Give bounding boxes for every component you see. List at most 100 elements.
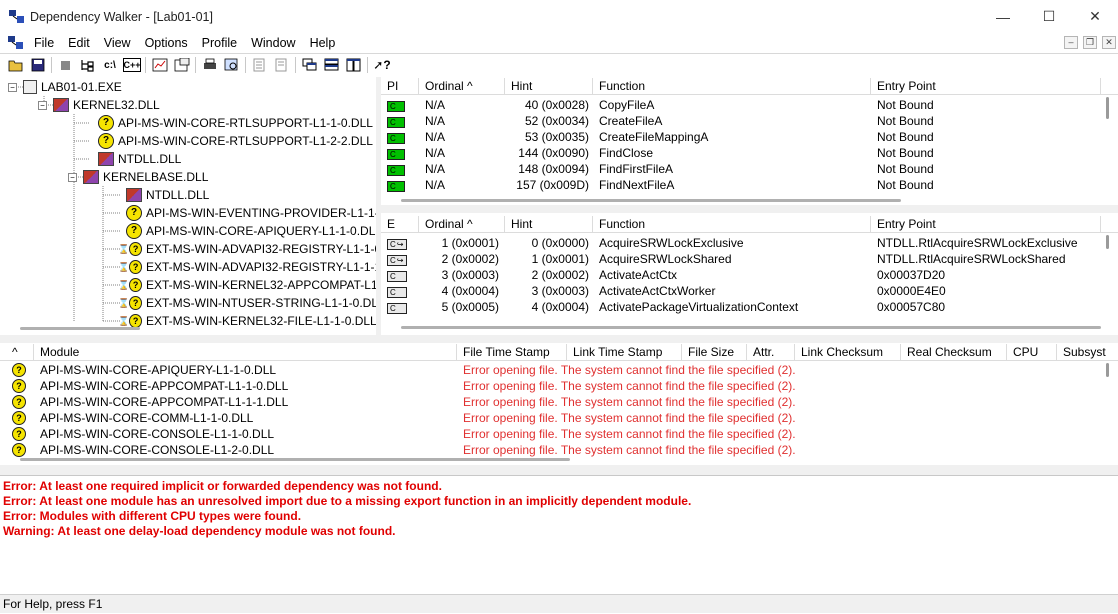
col-attr[interactable]: Attr. (747, 344, 795, 361)
import-row[interactable]: C N/A 144 (0x0090) FindClose Not Bound (381, 145, 1101, 161)
export-row[interactable]: C↪ 1 (0x0001) 0 (0x0000) AcquireSRWLockExcl… (381, 235, 1101, 251)
imports-vscrollbar[interactable] (1106, 97, 1109, 119)
tree-item[interactable]: ? API-MS-WIN-CORE-APIQUERY-L1-1-0.DLL (126, 222, 376, 240)
tree-item[interactable]: ⌛? EXT-MS-WIN-ADVAPI32-REGISTRY-L1-1-1.DL… (118, 258, 376, 276)
tree-item[interactable]: − KERNEL32.DLL (38, 96, 160, 114)
menu-edit[interactable]: Edit (64, 36, 94, 50)
tree-item[interactable]: NTDLL.DLL (98, 150, 181, 168)
hint-cell: 144 (0x0090) (518, 146, 589, 160)
expand-icon[interactable] (249, 55, 271, 75)
tree-item[interactable]: ? API-MS-WIN-EVENTING-PROVIDER-L1-1-0.DLL (126, 204, 376, 222)
col-sort[interactable]: ^ (0, 344, 34, 361)
mdi-child-icon[interactable] (8, 35, 24, 50)
col-link-checksum[interactable]: Link Checksum (795, 344, 901, 361)
col-ordinal[interactable]: Ordinal ^ (419, 216, 505, 233)
log-line: Error: Modules with different CPU types … (3, 509, 302, 523)
col-file-time-stamp[interactable]: File Time Stamp (457, 344, 567, 361)
col-ordinal[interactable]: Ordinal ^ (419, 78, 505, 95)
open-icon[interactable] (5, 55, 27, 75)
imports-hscrollbar[interactable] (401, 199, 901, 202)
export-row[interactable]: C 4 (0x0004) 3 (0x0003) ActivateActCtxWorke… (381, 283, 1101, 299)
import-row[interactable]: C N/A 52 (0x0034) CreateFileA Not Bound (381, 113, 1101, 129)
col-cpu[interactable]: CPU (1007, 344, 1057, 361)
import-row[interactable]: C N/A 157 (0x009D) FindNextFileA Not Bound (381, 177, 1101, 193)
module-row[interactable]: ? API-MS-WIN-CORE-COMM-L1-1-0.DLL Error op… (0, 410, 1057, 426)
module-row[interactable]: ? API-MS-WIN-CORE-APPCOMPAT-L1-1-0.DLL Err… (0, 378, 1057, 394)
properties-icon[interactable] (171, 55, 193, 75)
export-row[interactable]: C↪ 2 (0x0002) 1 (0x0001) AcquireSRWLockShar… (381, 251, 1101, 267)
col-function[interactable]: Function (593, 78, 871, 95)
print-icon[interactable] (199, 55, 221, 75)
collapse-toggle-icon[interactable]: − (38, 100, 47, 110)
menu-window[interactable]: Window (247, 36, 299, 50)
col-e[interactable]: E (381, 216, 419, 233)
col-hint[interactable]: Hint (505, 216, 593, 233)
collapse-toggle-icon[interactable]: − (8, 82, 17, 92)
collapse-icon[interactable] (271, 55, 293, 75)
c-path-label[interactable]: c:\ (99, 55, 121, 75)
menu-options[interactable]: Options (141, 36, 192, 50)
tile-vertical-icon[interactable] (343, 55, 365, 75)
module-row[interactable]: ? API-MS-WIN-CORE-APIQUERY-L1-1-0.DLL Erro… (0, 362, 1057, 378)
cascade-icon[interactable] (299, 55, 321, 75)
col-pi[interactable]: PI (381, 78, 419, 95)
close-icon[interactable]: ✕ (1072, 0, 1118, 33)
mdi-restore-icon[interactable]: ❐ (1083, 36, 1097, 49)
col-hint[interactable]: Hint (505, 78, 593, 95)
tree-item[interactable]: ⌛? EXT-MS-WIN-KERNEL32-APPCOMPAT-L1-1-0.D… (118, 276, 376, 294)
maximize-icon[interactable]: ☐ (1026, 0, 1072, 33)
horizontal-splitter-main[interactable] (0, 335, 1118, 343)
auto-expand-icon[interactable] (149, 55, 171, 75)
module-row[interactable]: ? API-MS-WIN-CORE-CONSOLE-L1-1-0.DLL Error… (0, 426, 1057, 442)
tree-item[interactable]: − KERNELBASE.DLL (68, 168, 208, 186)
export-row[interactable]: C 3 (0x0003) 2 (0x0002) ActivateActCtx 0x000… (381, 267, 1101, 283)
tree-item[interactable]: ? API-MS-WIN-CORE-RTLSUPPORT-L1-1-0.DLL (98, 114, 373, 132)
col-link-time-stamp[interactable]: Link Time Stamp (567, 344, 682, 361)
exports-hscrollbar[interactable] (401, 326, 1101, 329)
cpp-label[interactable]: C++ (123, 58, 141, 72)
tree-item[interactable]: ⌛? EXT-MS-WIN-NTUSER-STRING-L1-1-0.DLL (118, 294, 376, 312)
import-row[interactable]: C N/A 148 (0x0094) FindFirstFileA Not Bound (381, 161, 1101, 177)
col-module[interactable]: Module (34, 344, 457, 361)
tile-horizontal-icon[interactable] (321, 55, 343, 75)
menu-profile[interactable]: Profile (198, 36, 241, 50)
col-file-size[interactable]: File Size (682, 344, 747, 361)
full-paths-icon[interactable] (77, 55, 99, 75)
collapse-toggle-icon[interactable]: − (68, 172, 77, 182)
log-splitter[interactable] (0, 465, 1118, 475)
tree-item[interactable]: ⌛? EXT-MS-WIN-ADVAPI32-REGISTRY-L1-1-0.DL… (118, 240, 376, 258)
tree-item[interactable]: NTDLL.DLL (126, 186, 209, 204)
copy-icon[interactable] (55, 55, 77, 75)
horizontal-splitter-right[interactable] (381, 205, 1118, 213)
module-row[interactable]: ? API-MS-WIN-CORE-CONSOLE-L1-2-0.DLL Error… (0, 442, 1057, 458)
col-entry-point[interactable]: Entry Point (871, 216, 1101, 233)
export-row[interactable]: C 5 (0x0005) 4 (0x0004) ActivatePackageVirt… (381, 299, 1101, 315)
import-row[interactable]: C N/A 40 (0x0028) CopyFileA Not Bound (381, 97, 1101, 113)
tree-item-label: KERNELBASE.DLL (103, 170, 209, 184)
col-entry-point[interactable]: Entry Point (871, 78, 1101, 95)
menu-help[interactable]: Help (306, 36, 340, 50)
modules-vscrollbar[interactable] (1106, 363, 1109, 377)
menu-view[interactable]: View (100, 36, 135, 50)
module-error-cell: Error opening file. The system cannot fi… (463, 443, 796, 457)
col-function[interactable]: Function (593, 216, 871, 233)
menu-file[interactable]: File (30, 36, 58, 50)
function-cell: AcquireSRWLockExclusive (599, 236, 744, 250)
module-row[interactable]: ? API-MS-WIN-CORE-APPCOMPAT-L1-1-1.DLL Err… (0, 394, 1057, 410)
mdi-close-icon[interactable]: ✕ (1102, 36, 1116, 49)
col-subsystem[interactable]: Subsyst (1057, 344, 1118, 361)
function-cell: CreateFileMappingA (599, 130, 709, 144)
modules-hscrollbar[interactable] (20, 458, 570, 461)
minimize-icon[interactable]: — (980, 0, 1026, 33)
tree-hscrollbar[interactable] (20, 327, 140, 330)
tree-item[interactable]: − LAB01-01.EXE (8, 78, 122, 96)
exports-vscrollbar[interactable] (1106, 235, 1109, 249)
help-icon[interactable]: ➚? (371, 55, 393, 75)
import-row[interactable]: C N/A 53 (0x0035) CreateFileMappingA Not Bou… (381, 129, 1101, 145)
tree-item[interactable]: ⌛? EXT-MS-WIN-KERNEL32-FILE-L1-1-0.DLL (118, 312, 376, 330)
col-real-checksum[interactable]: Real Checksum (901, 344, 1007, 361)
mdi-minimize-icon[interactable]: – (1064, 36, 1078, 49)
save-icon[interactable] (27, 55, 49, 75)
tree-item[interactable]: ? API-MS-WIN-CORE-RTLSUPPORT-L1-2-2.DLL (98, 132, 373, 150)
find-icon[interactable] (221, 55, 243, 75)
